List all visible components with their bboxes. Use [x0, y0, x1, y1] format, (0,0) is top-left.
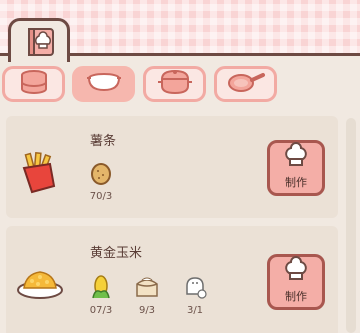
recipe-card: 薯条 70/3 制作 [6, 116, 338, 218]
ingredient-count: 07/3 [89, 305, 113, 316]
bowl-icon [86, 70, 122, 98]
potato-icon [89, 162, 113, 190]
pot-icon [157, 69, 193, 99]
storage-barrel-icon [19, 70, 49, 98]
french-fries-icon [20, 152, 58, 198]
ingredient-item: 9/3 [130, 274, 164, 316]
recipe-book-icon [27, 27, 55, 61]
ingredient-item: 07/3 [84, 274, 118, 316]
flour-sack-icon [133, 274, 161, 304]
ingredient-count: 3/1 [186, 305, 204, 316]
ingredient-count: 9/3 [138, 305, 156, 316]
recipe-name: 黄金玉米 [90, 246, 143, 261]
category-tab-pan[interactable] [214, 66, 277, 102]
make-button[interactable]: 制作 [267, 140, 325, 196]
make-button-label: 制作 [285, 290, 307, 303]
make-button[interactable]: 制作 [267, 254, 325, 310]
category-tab-bowl[interactable] [72, 66, 135, 102]
ingredient-item: 3/1 [178, 274, 212, 316]
corn-icon [89, 274, 113, 304]
chef-hat-icon [282, 256, 310, 288]
ingredient-count: 70/3 [89, 191, 113, 202]
frying-pan-icon [226, 70, 266, 98]
golden-corn-dish-icon [16, 266, 64, 304]
chef-hat-icon [282, 142, 310, 174]
category-tab-pot[interactable] [143, 66, 206, 102]
ingredient-item: 70/3 [84, 162, 118, 202]
recipe-name: 薯条 [90, 134, 117, 149]
recipe-card: 黄金玉米 07/3 9/3 3/1 制作 [6, 226, 338, 333]
make-button-label: 制作 [285, 176, 307, 189]
scrollbar[interactable] [346, 118, 356, 333]
category-tab-storage[interactable] [2, 66, 65, 102]
recipe-book-tab[interactable] [8, 18, 70, 62]
salt-icon [182, 274, 208, 304]
